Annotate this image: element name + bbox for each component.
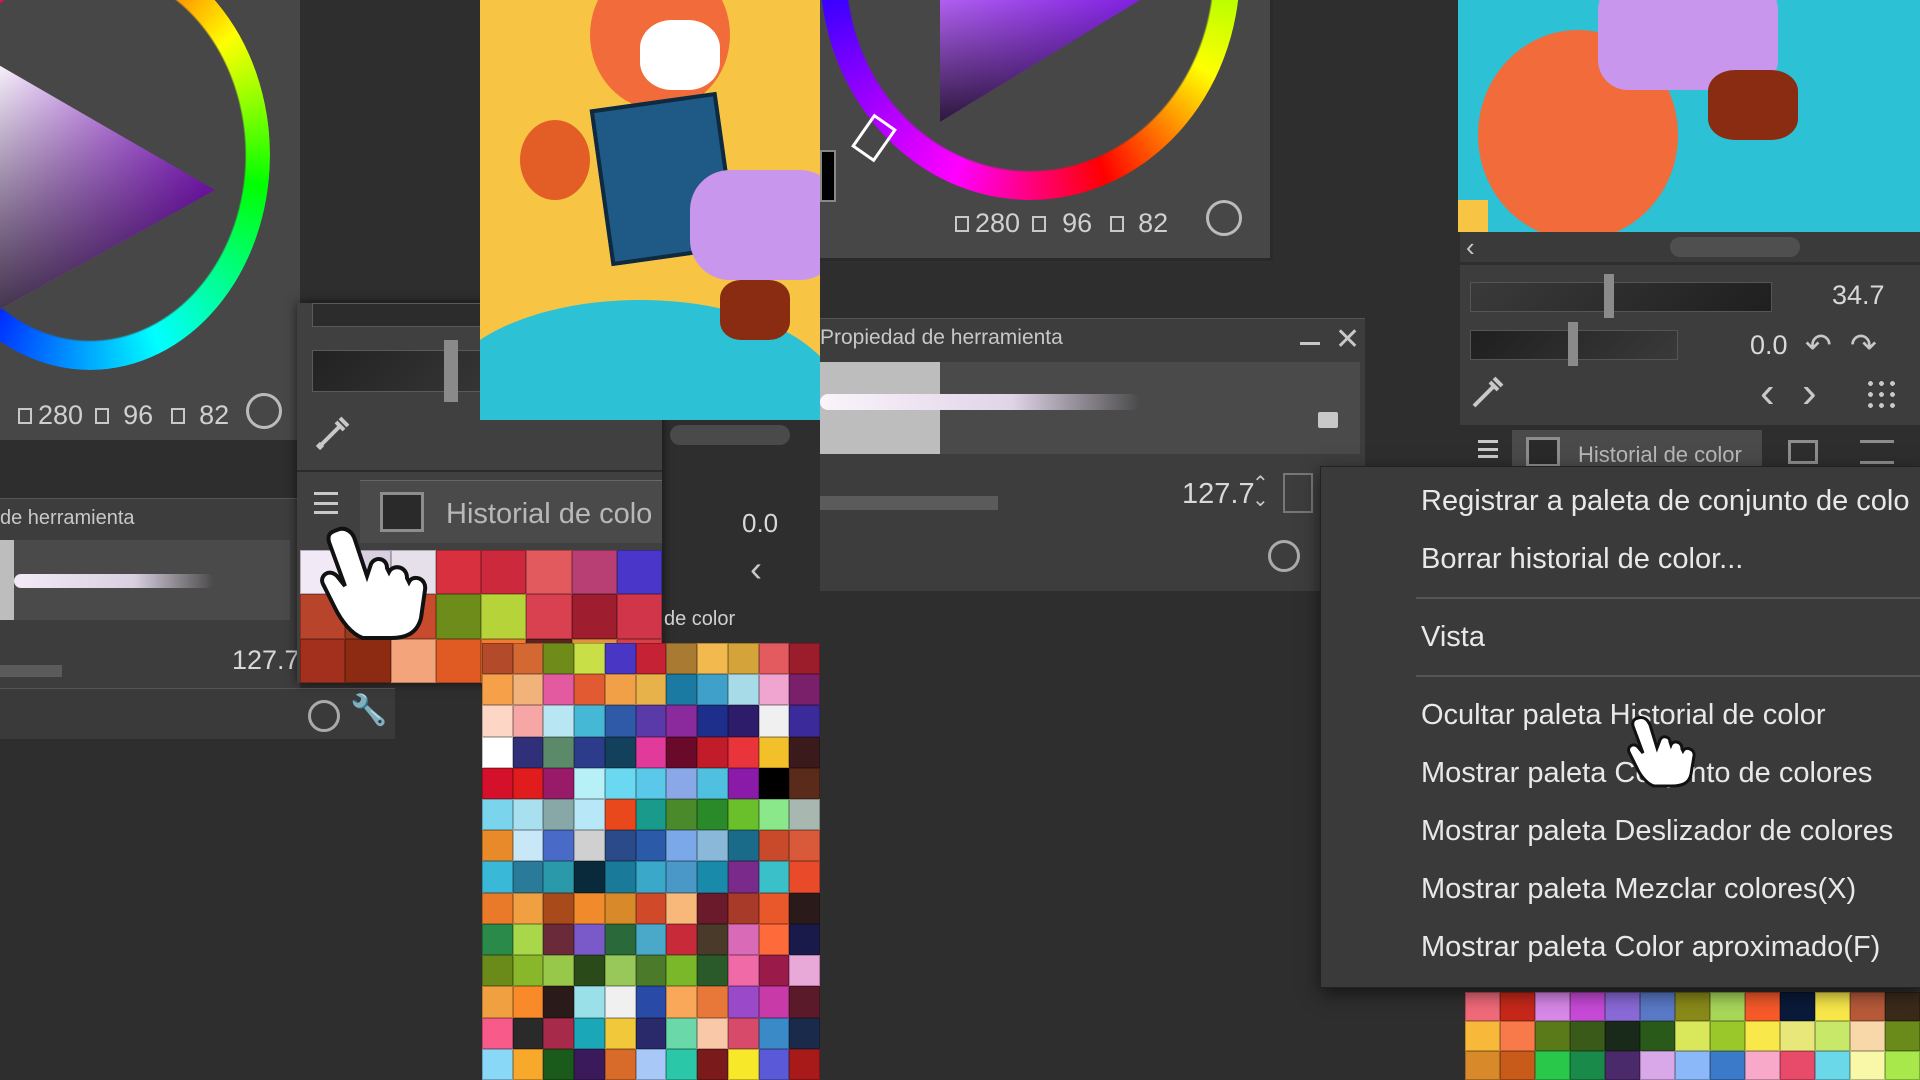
- menu-item-show-color-slider[interactable]: Mostrar paleta Deslizador de colores: [1421, 815, 1893, 848]
- save-icon: [18, 407, 32, 424]
- menu-item-register[interactable]: Registrar a paleta de conjunto de colo: [1421, 485, 1909, 518]
- menu-separator: [1416, 675, 1920, 677]
- stat-b: 96: [123, 400, 154, 430]
- color-swatch-black[interactable]: [820, 150, 836, 202]
- brush-size-slider-left[interactable]: [0, 665, 62, 677]
- close-icon[interactable]: ✕: [1335, 322, 1360, 357]
- context-menu: Registrar a paleta de conjunto de colo B…: [1320, 466, 1920, 988]
- wrench-icon[interactable]: 🔧: [350, 696, 387, 726]
- menu-item-show-color-mixing[interactable]: Mostrar paleta Mezclar colores(X): [1421, 873, 1856, 906]
- grid-view-icon[interactable]: [1865, 378, 1897, 410]
- brush-preview-left: [0, 540, 290, 620]
- menu-item-clear-history[interactable]: Borrar historial de color...: [1421, 543, 1743, 576]
- rotate-ccw-icon[interactable]: ↶: [1805, 326, 1832, 364]
- chevron-left-icon[interactable]: ‹: [750, 548, 762, 590]
- color-history-tab-small[interactable]: de color: [664, 608, 735, 631]
- slider-tab-icon[interactable]: [1860, 440, 1894, 464]
- canvas-illustration-right: [1458, 0, 1920, 232]
- menu-icon-right[interactable]: [1478, 440, 1498, 458]
- saturation-triangle-right[interactable]: [910, 0, 1150, 130]
- tool-property-title-right: Propiedad de herramienta: [820, 326, 1063, 349]
- sync-icon: [171, 407, 186, 424]
- menu-separator: [1416, 597, 1920, 599]
- scroll-thumb-right[interactable]: [1670, 237, 1800, 257]
- pointer-hand-icon: [320, 526, 428, 640]
- wheel-toggle-icon-right[interactable]: [1206, 200, 1242, 236]
- brush-size-value-right: 127.7: [1182, 478, 1255, 510]
- lock-icon[interactable]: [1318, 412, 1338, 428]
- tool-property-title-left: de herramienta: [0, 507, 135, 529]
- scroll-left-icon[interactable]: ‹: [1466, 232, 1475, 263]
- prev-icon[interactable]: ‹: [1760, 368, 1775, 418]
- right-pane: 280 96 82 Propiedad de herramienta ✕ 127…: [820, 0, 1920, 1080]
- menu-item-view[interactable]: Vista: [1421, 621, 1485, 654]
- brush-preview-right: [820, 362, 1360, 454]
- timer-icon[interactable]: [308, 700, 340, 732]
- minimize-icon[interactable]: [1300, 342, 1320, 345]
- menu-icon[interactable]: [314, 492, 338, 514]
- brush-size-reset-icon[interactable]: [1283, 473, 1313, 513]
- sync-icon: [1110, 215, 1125, 232]
- history-tab-label-left[interactable]: Historial de colo: [446, 498, 652, 531]
- zoom-slider[interactable]: [1470, 282, 1772, 312]
- stat-b-right: 96: [1062, 208, 1093, 238]
- history-tab-label-right[interactable]: Historial de color: [1578, 442, 1742, 468]
- rotate-cw-icon[interactable]: ↷: [1850, 326, 1877, 364]
- canvas-scrollbar-left[interactable]: [670, 425, 790, 445]
- eyedropper-icon[interactable]: [310, 410, 356, 456]
- film-icon-right: [1526, 437, 1560, 467]
- saturation-triangle[interactable]: [0, 40, 230, 320]
- color-stats-right: 280 96 82: [955, 208, 1168, 239]
- menu-item-show-approx-color[interactable]: Mostrar paleta Color aproximado(F): [1421, 931, 1880, 964]
- brush-size-slider-right[interactable]: [820, 496, 998, 510]
- stat-a: 280: [38, 400, 84, 430]
- canvas-illustration-left: [480, 0, 820, 420]
- rotate-slider-handle[interactable]: [1568, 322, 1578, 366]
- stat-a-right: 280: [975, 208, 1021, 238]
- zoom-value: 34.7: [1832, 280, 1885, 310]
- color-stats-left: 280 96 82: [18, 400, 229, 431]
- rotate-value: 0.0: [1750, 330, 1788, 360]
- stat-c-right: 82: [1138, 208, 1169, 238]
- inset-divider: [297, 470, 662, 472]
- left-pane: 280 96 82 de herramienta 127.7 🔧 Histori…: [0, 0, 820, 1080]
- color-set-grid-left[interactable]: [482, 643, 820, 1080]
- stat-c: 82: [199, 400, 230, 430]
- timer-icon-right[interactable]: [1268, 540, 1300, 572]
- spinner-icon[interactable]: ⌃ ⌄: [1252, 474, 1269, 510]
- brush-size-value-left: 127.7: [232, 645, 300, 675]
- eyedropper-icon-right[interactable]: [1468, 372, 1508, 412]
- zoom-slider-handle[interactable]: [1604, 274, 1614, 318]
- pointer-hand-icon-right: [1627, 716, 1696, 788]
- save-icon: [955, 215, 969, 232]
- color-set-grid-right[interactable]: [1465, 992, 1920, 1080]
- inset-slider-handle-2[interactable]: [444, 340, 458, 402]
- color-set-tab-icon[interactable]: [1788, 440, 1818, 464]
- wheel-toggle-icon[interactable]: [246, 393, 282, 429]
- next-icon[interactable]: ›: [1802, 368, 1817, 418]
- layer-icon: [1032, 215, 1047, 232]
- layer-icon: [95, 407, 110, 424]
- opacity-value-left: 0.0: [742, 508, 779, 538]
